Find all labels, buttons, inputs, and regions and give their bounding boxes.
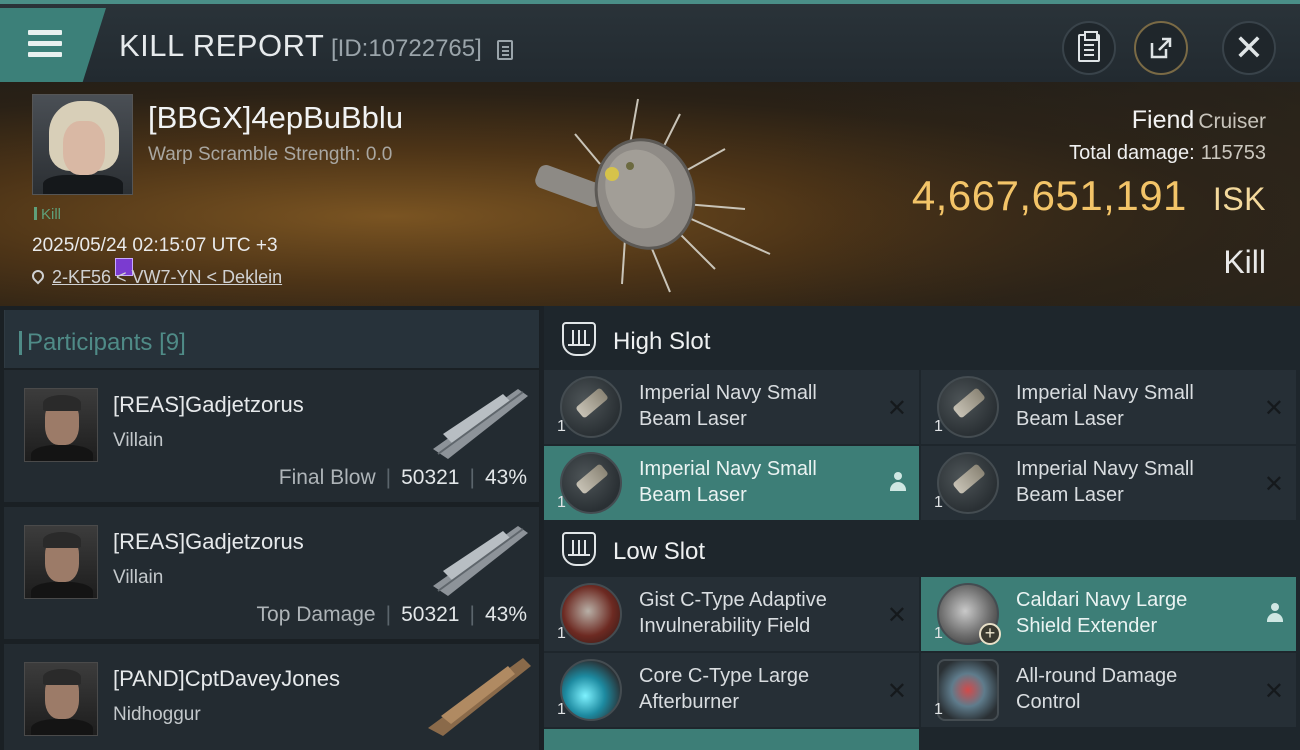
high-slot-title: High Slot: [613, 328, 711, 355]
participant-stats: Final Blow | 50321 | 43%: [278, 466, 527, 489]
module-slot[interactable]: 1 Gist C-Type Adaptive Invulnerability F…: [544, 577, 919, 651]
module-name: Gist C-Type Adaptive Invulnerability Fie…: [639, 589, 827, 637]
participant-row[interactable]: [REAS]Gadjetzorus Villain Final Blow | 503…: [4, 368, 539, 502]
dropped-person-icon: [889, 472, 907, 492]
kill-result: Kill: [1223, 244, 1266, 280]
module-slot[interactable]: [544, 729, 919, 750]
destroyed-x-icon: ✕: [1263, 678, 1284, 705]
beam-laser-icon: [937, 452, 999, 514]
module-qty: 1: [934, 494, 943, 511]
module-name: All-round Damage Control: [1016, 665, 1178, 713]
module-qty: 1: [934, 625, 943, 642]
participant-avatar[interactable]: [24, 388, 98, 462]
participant-name: [REAS]Gadjetzorus: [113, 392, 304, 417]
share-button[interactable]: [1134, 21, 1188, 75]
low-slot-icon: [562, 532, 596, 566]
kill-banner: [BBGX]4epBuBblu Warp Scramble Strength: …: [0, 82, 1300, 306]
participant-row[interactable]: [REAS]Gadjetzorus Villain Top Damage | 503…: [4, 505, 539, 639]
damage-control-icon: [937, 659, 999, 721]
module-qty: 1: [557, 418, 566, 435]
participant-ship-image: [428, 658, 531, 736]
module-slot[interactable]: 1 Imperial Navy Small Beam Laser ✕: [544, 370, 919, 444]
participant-stats: Top Damage | 50321 | 43%: [256, 603, 527, 626]
beam-laser-icon: [560, 452, 622, 514]
victim-name[interactable]: [BBGX]4epBuBblu: [148, 100, 403, 136]
victim-portrait[interactable]: [32, 94, 133, 195]
kill-timestamp: 2025/05/24 02:15:07 UTC +3: [32, 235, 278, 256]
low-slot-header: Low Slot: [544, 518, 1300, 578]
module-slot[interactable]: 1 Core C-Type Large Afterburner ✕: [544, 653, 919, 727]
destroyed-x-icon: ✕: [886, 395, 907, 422]
beam-laser-icon: [560, 376, 622, 438]
clipboard-icon: [1078, 31, 1100, 62]
afterburner-icon: [560, 659, 622, 721]
copy-icon[interactable]: [497, 40, 513, 60]
kill-tag: Kill: [34, 206, 61, 223]
module-slot[interactable]: 1 Imperial Navy Small Beam Laser ✕: [921, 370, 1296, 444]
share-icon: [1150, 37, 1172, 59]
participant-ship-image: [433, 389, 528, 459]
module-name: Imperial Navy Small Beam Laser: [639, 382, 817, 430]
fitting-panel: High Slot 1 Imperial Navy Small Beam Las…: [544, 306, 1300, 750]
participant-ship-image: [433, 526, 528, 596]
destroyed-x-icon: ✕: [1263, 395, 1284, 422]
participant-avatar[interactable]: [24, 525, 98, 599]
header-bar: KILL REPORT [ID:10722765] ✕: [0, 0, 1300, 82]
report-id: [ID:10722765]: [331, 35, 482, 62]
kill-location[interactable]: 2-KF56 < VW7-YN < Deklein: [29, 267, 282, 288]
total-damage: Total damage: 115753: [1069, 142, 1266, 164]
participants-header: Participants [9]: [4, 310, 539, 370]
module-name: Imperial Navy Small Beam Laser: [1016, 458, 1194, 506]
dropped-person-icon: [1266, 603, 1284, 623]
ship-render: [535, 98, 771, 293]
participants-count: [9]: [159, 329, 186, 356]
module-qty: 1: [934, 701, 943, 718]
invulnerability-field-icon: [560, 583, 622, 645]
module-slot[interactable]: 1 Imperial Navy Small Beam Laser ✕: [921, 446, 1296, 520]
beam-laser-icon: [937, 376, 999, 438]
participant-row[interactable]: [PAND]CptDaveyJones Nidhoggur: [4, 642, 539, 750]
menu-button[interactable]: [0, 8, 106, 82]
participant-avatar[interactable]: [24, 662, 98, 736]
participants-panel: Participants [9] [REAS]Gadjetzorus Villa…: [0, 306, 540, 750]
destroyed-x-icon: ✕: [886, 678, 907, 705]
module-name: Core C-Type Large Afterburner: [639, 665, 810, 713]
module-qty: 1: [557, 701, 566, 718]
module-qty: 1: [557, 494, 566, 511]
location-pin-icon: [29, 267, 47, 285]
destroyed-x-icon: ✕: [886, 602, 907, 629]
participants-label: Participants [9]: [19, 329, 186, 356]
location-link[interactable]: 2-KF56 < VW7-YN < Deklein: [52, 267, 282, 287]
participant-ship: Villain: [113, 430, 164, 451]
module-slot[interactable]: 1 All-round Damage Control ✕: [921, 653, 1296, 727]
participant-ship: Villain: [113, 567, 164, 588]
high-slot-icon: [562, 322, 596, 356]
close-button[interactable]: ✕: [1222, 21, 1276, 75]
module-name: Caldari Navy Large Shield Extender: [1016, 589, 1188, 637]
warp-scramble-strength: Warp Scramble Strength: 0.0: [148, 144, 393, 165]
ship-name[interactable]: Fiend Cruiser: [1132, 106, 1266, 135]
module-name: Imperial Navy Small Beam Laser: [1016, 382, 1194, 430]
destroyed-x-icon: ✕: [1263, 471, 1284, 498]
module-qty: 1: [934, 418, 943, 435]
low-slot-title: Low Slot: [613, 538, 706, 565]
participant-ship: Nidhoggur: [113, 704, 201, 725]
hamburger-icon: [28, 30, 62, 63]
shield-extender-icon: +: [937, 583, 1001, 645]
close-icon: ✕: [1233, 27, 1265, 68]
participant-name: [PAND]CptDaveyJones: [113, 666, 341, 691]
high-slot-header: High Slot: [544, 308, 1300, 368]
module-slot[interactable]: 1 Imperial Navy Small Beam Laser: [544, 446, 919, 520]
clipboard-button[interactable]: [1062, 21, 1116, 75]
module-slot[interactable]: + 1 Caldari Navy Large Shield Extender: [921, 577, 1296, 651]
page-title: KILL REPORT: [119, 28, 325, 63]
module-name: Imperial Navy Small Beam Laser: [639, 458, 817, 506]
module-qty: 1: [557, 625, 566, 642]
ship-class: Cruiser: [1198, 110, 1266, 133]
isk-value: 4,667,651,191 ISK: [911, 172, 1266, 219]
participant-name: [REAS]Gadjetzorus: [113, 529, 304, 554]
